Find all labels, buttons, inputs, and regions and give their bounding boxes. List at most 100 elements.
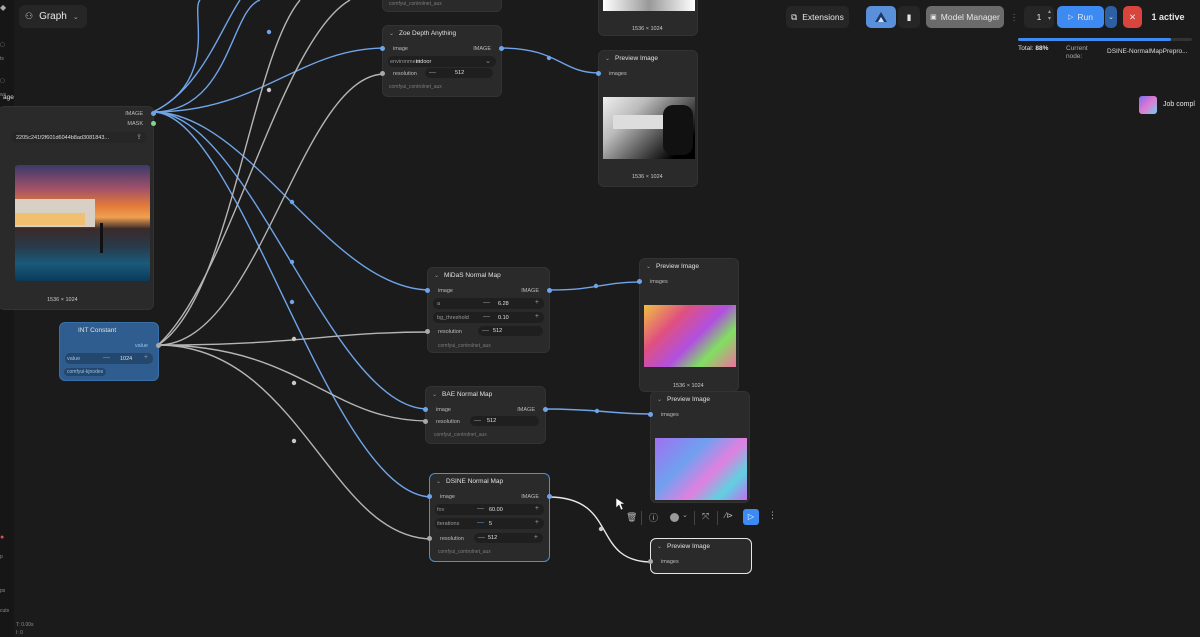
job-complete-toast[interactable]: Job compl	[1138, 94, 1200, 116]
output-port[interactable]	[543, 407, 548, 412]
input-port[interactable]	[427, 536, 432, 541]
resolution-field[interactable]: —512 +	[474, 533, 543, 543]
upload-icon[interactable]: ⇪	[136, 133, 142, 141]
sidebar-item-label[interactable]: p	[0, 554, 3, 560]
node-dsine-normal[interactable]: ⌄ DSINE Normal Map image IMAGE fov —60.00 +…	[427, 473, 552, 562]
image-size-label: 1536 × 1024	[632, 174, 663, 180]
fov-field[interactable]: fov —60.00 +	[435, 504, 544, 515]
input-port[interactable]	[423, 407, 428, 412]
wire-image	[544, 408, 653, 415]
collapse-chevron-icon[interactable]: ⌄	[657, 396, 662, 403]
dropdown-icon[interactable]: ⌄	[485, 57, 491, 65]
wire-int	[157, 0, 351, 346]
stepper-arrows-icon[interactable]: ▴ ▾	[1048, 8, 1051, 22]
logo-button[interactable]	[866, 6, 896, 28]
graph-tab[interactable]: ⚇ Graph ⌄	[19, 5, 87, 28]
node-midas-normal[interactable]: ⌄ MiDaS Normal Map image IMAGE a —6.28 + bg…	[425, 267, 552, 353]
image-size-label: 1536 × 1024	[632, 26, 663, 32]
input-port[interactable]	[648, 559, 653, 564]
active-count[interactable]: 1 active	[1146, 6, 1190, 28]
wire-image	[548, 281, 644, 291]
more-icon[interactable]: ⋮	[768, 510, 777, 521]
node-preview-image[interactable]: ⌄ Preview Image images	[648, 538, 752, 574]
output-port[interactable]	[547, 288, 552, 293]
output-image-row: IMAGE	[0, 109, 156, 119]
input-port[interactable]	[425, 329, 430, 334]
chevron-down-icon[interactable]: ⌄	[682, 511, 688, 519]
output-port[interactable]	[151, 121, 156, 126]
input-port[interactable]	[380, 46, 385, 51]
extensions-button[interactable]: ⧉ Extensions	[786, 6, 849, 28]
current-node-name: DSINE-NormalMapPrepro...	[1107, 48, 1188, 55]
input-port[interactable]	[425, 288, 430, 293]
input-port[interactable]	[427, 494, 432, 499]
wire-int	[157, 0, 301, 346]
bg-threshold-field[interactable]: bg_threshold —0.10 +	[433, 312, 544, 323]
collapse-chevron-icon[interactable]: ⌄	[434, 272, 439, 279]
resolution-row: resolution —512	[380, 68, 501, 79]
queue-count-stepper[interactable]: 1 ▴ ▾	[1024, 6, 1054, 28]
job-thumbnail	[1139, 96, 1157, 114]
fit-icon[interactable]: ⤧	[702, 511, 709, 522]
output-port[interactable]	[499, 46, 504, 51]
input-port[interactable]	[637, 279, 642, 284]
collapse-chevron-icon[interactable]: ⌄	[436, 478, 441, 485]
resolution-field[interactable]: —512	[470, 416, 539, 426]
sidebar-item-label[interactable]: ▢	[0, 42, 5, 48]
input-port[interactable]	[380, 71, 385, 76]
value-field[interactable]: value —1024 +	[65, 353, 153, 364]
node-bae-normal[interactable]: ⌄ BAE Normal Map image IMAGE resolution —…	[423, 386, 548, 444]
bypass-icon[interactable]: ⁄⊳	[725, 511, 733, 520]
node-partial-top[interactable]: comfyui_controlnet_aux	[382, 0, 502, 12]
sidebar-menu-icon[interactable]: ◆	[0, 3, 6, 12]
trash-icon[interactable]: 🗑	[626, 512, 637, 523]
run-options-chevron-icon[interactable]: ⌄	[1105, 6, 1117, 28]
bookmark-button[interactable]: ▮	[898, 6, 920, 28]
cancel-button[interactable]: ✕	[1123, 6, 1142, 28]
collapse-chevron-icon[interactable]: ⌄	[605, 55, 610, 62]
play-icon: ▷	[1068, 14, 1074, 21]
input-port[interactable]	[423, 419, 428, 424]
collapse-chevron-icon[interactable]: ⌄	[432, 391, 437, 398]
input-port[interactable]	[648, 412, 653, 417]
drag-handle-icon[interactable]: ⋮	[1010, 6, 1019, 28]
node-preview-top[interactable]: 1536 × 1024	[598, 0, 698, 36]
play-node-button[interactable]: ▷	[743, 509, 759, 525]
output-port[interactable]	[151, 111, 156, 116]
wire-int	[157, 331, 431, 346]
image-file-field[interactable]: 2205c241f2f601d6044b8ad3081843... ⇪	[11, 132, 147, 143]
input-port[interactable]	[596, 71, 601, 76]
midas-preview-image	[644, 305, 736, 367]
resolution-field[interactable]: —512	[425, 68, 493, 78]
a-field[interactable]: a —6.28 +	[433, 298, 544, 309]
environment-select[interactable]: environment indoor ⌄	[388, 56, 496, 67]
bae-preview-image	[655, 438, 747, 500]
iterations-field[interactable]: iterations —5 +	[435, 518, 544, 529]
output-port[interactable]	[547, 494, 552, 499]
node-load-image[interactable]: age IMAGE MASK 2205c241f2f601d6044b8ad30…	[0, 94, 156, 310]
collapse-chevron-icon[interactable]: ⌄	[389, 30, 394, 37]
resolution-field[interactable]: —512	[478, 326, 543, 336]
node-preview-image[interactable]: ⌄ Preview Image images	[648, 391, 750, 503]
run-button[interactable]: ▷ Run	[1057, 6, 1104, 28]
graph-icon: ⚇	[25, 11, 34, 21]
node-preview-image[interactable]: ⌄ Preview Image images 1536 × 1024	[596, 50, 698, 187]
wire-image	[152, 111, 433, 498]
graph-canvas[interactable]: ◆ ▢ ts ▢ ws ▢ ls ▢ dows ▢ s ▢ lates ● p …	[0, 0, 1200, 637]
sidebar-item-label[interactable]: ps	[0, 588, 5, 594]
sidebar-item-label[interactable]: ts	[0, 56, 4, 62]
info-icon[interactable]: ⓘ	[649, 511, 658, 524]
progress-total-label: Total: 88%	[1018, 45, 1049, 52]
color-dot-icon[interactable]	[670, 513, 679, 522]
depth-preview-image	[603, 97, 695, 159]
node-preview-image[interactable]: ⌄ Preview Image images 1536 × 1024	[637, 258, 739, 392]
collapse-chevron-icon[interactable]: ⌄	[657, 543, 662, 550]
node-int-constant[interactable]: INT Constant value value —1024 + comfyui-k…	[59, 322, 161, 381]
chevron-down-icon: ⌄	[72, 13, 79, 21]
sidebar-item-label[interactable]: cuts	[0, 608, 9, 614]
model-manager-button[interactable]: ▣ Model Manager	[926, 6, 1004, 28]
output-port[interactable]	[156, 343, 161, 348]
collapse-chevron-icon[interactable]: ⌄	[646, 263, 651, 270]
io-row: image IMAGE	[427, 492, 552, 502]
node-zoe-depth[interactable]: ⌄ Zoe Depth Anything image IMAGE environm…	[380, 25, 504, 97]
